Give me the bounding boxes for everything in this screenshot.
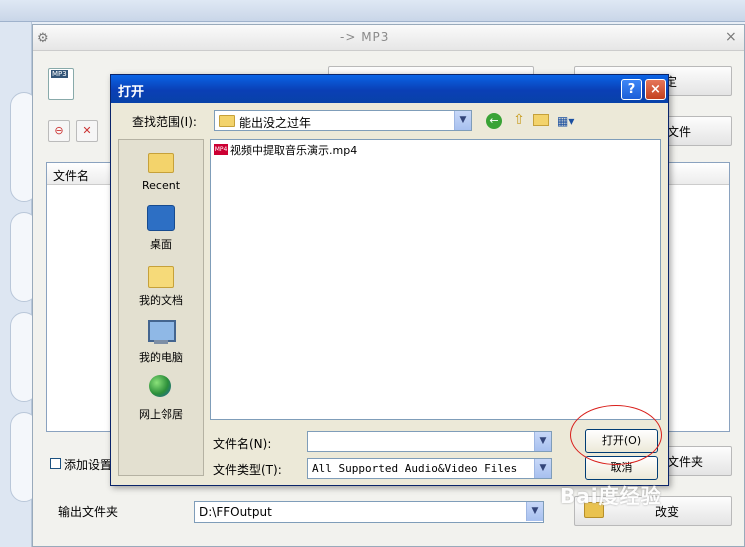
new-folder-icon[interactable]: [533, 114, 549, 126]
mp3-format-icon: MP3: [48, 68, 74, 100]
place-label-my-documents[interactable]: 我的文档: [118, 292, 204, 308]
close-icon[interactable]: ×: [725, 29, 737, 45]
dialog-close-button[interactable]: ×: [645, 79, 666, 100]
output-folder-value: D:\FFOutput: [199, 505, 272, 519]
dialog-title: 打开: [118, 85, 145, 100]
list-item[interactable]: 视频中提取音乐演示.mp4: [230, 142, 357, 158]
my-documents-icon[interactable]: [146, 261, 176, 289]
file-list[interactable]: [210, 139, 661, 420]
column-header-filename[interactable]: 文件名: [53, 167, 89, 184]
background-left-panel: [0, 22, 38, 547]
recent-icon[interactable]: [146, 148, 176, 176]
filetype-label: 文件类型(T):: [213, 463, 282, 477]
dialog-titlebar[interactable]: [111, 75, 668, 103]
remove-file-icon[interactable]: ⊖: [48, 120, 70, 142]
help-button[interactable]: ?: [621, 79, 642, 100]
filetype-select[interactable]: All Supported Audio&Video Files ▼: [307, 458, 552, 479]
chevron-down-icon[interactable]: ▼: [454, 111, 471, 130]
place-label-network[interactable]: 网上邻居: [118, 406, 204, 422]
output-folder-label: 输出文件夹: [58, 505, 119, 519]
chevron-down-icon[interactable]: ▼: [534, 432, 551, 451]
background-window-title: -> MP3: [340, 30, 390, 44]
add-setting-checkbox[interactable]: [50, 458, 61, 469]
chevron-down-icon[interactable]: ▼: [526, 502, 543, 521]
back-arrow-icon[interactable]: ←: [486, 113, 502, 129]
filename-label: 文件名(N):: [213, 437, 272, 451]
network-icon[interactable]: [146, 374, 176, 402]
mp4-file-icon: MP4: [214, 144, 228, 155]
filename-input[interactable]: ▼: [307, 431, 552, 452]
up-folder-icon[interactable]: ⇧: [510, 112, 528, 128]
add-setting-label: 添加设置: [64, 458, 113, 472]
look-in-combo[interactable]: 能出没之过年 ▼: [214, 110, 472, 131]
view-menu-icon[interactable]: ▦▾: [557, 113, 579, 129]
desktop-icon[interactable]: [146, 204, 176, 232]
background-toolbar: [0, 0, 745, 22]
annotation-circle: [570, 405, 662, 465]
look-in-value: 能出没之过年: [239, 116, 312, 130]
place-label-desktop[interactable]: 桌面: [118, 236, 204, 252]
filetype-value: All Supported Audio&Video Files: [312, 462, 518, 475]
watermark-logo: Bai度经验: [560, 484, 662, 508]
place-label-recent[interactable]: Recent: [118, 179, 204, 192]
chevron-down-icon[interactable]: ▼: [534, 459, 551, 478]
folder-icon: [219, 115, 235, 127]
look-in-label: 查找范围(I):: [132, 115, 197, 129]
place-label-my-computer[interactable]: 我的电脑: [118, 349, 204, 365]
output-folder-combo[interactable]: D:\FFOutput ▼: [194, 501, 544, 523]
my-computer-icon[interactable]: [146, 318, 176, 346]
gear-icon[interactable]: ⚙: [37, 31, 49, 46]
clear-list-icon[interactable]: ✕: [76, 120, 98, 142]
